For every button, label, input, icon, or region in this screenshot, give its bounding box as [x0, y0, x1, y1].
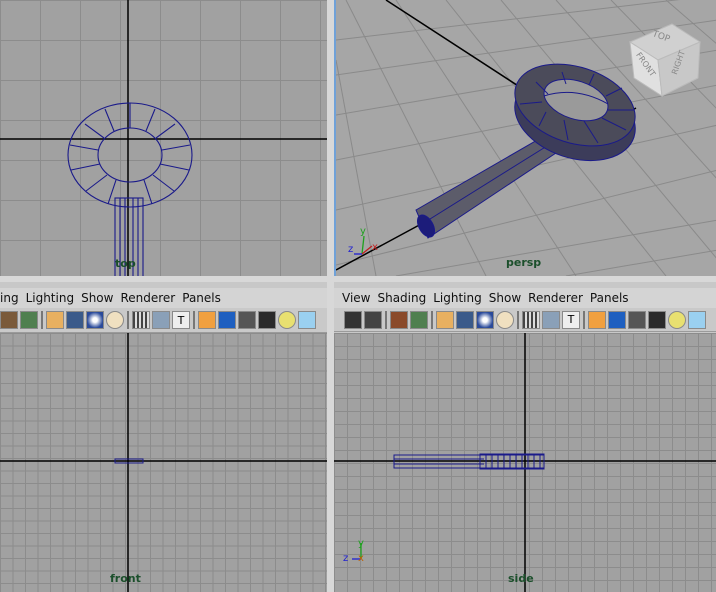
- viewport-persp[interactable]: TOP FRONT RIGHT y z x persp: [334, 0, 716, 276]
- menu-panels[interactable]: Panels: [182, 291, 221, 305]
- bulb-icon[interactable]: [278, 311, 296, 329]
- viewport-label-front: front: [110, 572, 141, 585]
- smooth-icon[interactable]: [66, 311, 84, 329]
- side-axis-y-label: y: [358, 538, 364, 549]
- camera-film-icon[interactable]: [364, 310, 382, 329]
- dark-cube-icon[interactable]: [258, 311, 276, 329]
- uv-icon[interactable]: [152, 311, 170, 329]
- menu-renderer[interactable]: Renderer: [120, 291, 175, 305]
- shade-icon[interactable]: [0, 311, 18, 329]
- side-view-canvas: [334, 333, 716, 592]
- side-axis-z-label: z: [343, 553, 349, 564]
- smooth-icon[interactable]: [456, 310, 474, 329]
- camera-icon[interactable]: [344, 310, 362, 329]
- tex-icon[interactable]: [132, 311, 150, 329]
- front-view-canvas: [0, 333, 327, 592]
- text-icon[interactable]: T: [562, 310, 580, 329]
- axis-y-label: y: [360, 226, 366, 237]
- sphere-icon[interactable]: [476, 310, 494, 329]
- toolbar-separator: [127, 311, 129, 329]
- menu-show[interactable]: Show: [81, 291, 113, 305]
- uv-icon[interactable]: [542, 310, 560, 329]
- grid-vis-icon[interactable]: [20, 311, 38, 329]
- dark-cube-icon[interactable]: [648, 310, 666, 329]
- pane-divider-horizontal[interactable]: [0, 276, 716, 282]
- wire-cube-icon[interactable]: [588, 310, 606, 329]
- shade-icon[interactable]: [410, 310, 428, 329]
- viewport-front[interactable]: front: [0, 333, 327, 592]
- ring-mesh-persp: [415, 63, 636, 239]
- sphere-icon[interactable]: [86, 311, 104, 329]
- menu-shading[interactable]: Shading: [377, 291, 426, 305]
- toolbar-separator: [193, 311, 195, 329]
- gray-cube-icon[interactable]: [628, 310, 646, 329]
- cyan-cube-icon[interactable]: [688, 310, 706, 329]
- flat-icon[interactable]: [496, 310, 514, 329]
- text-icon[interactable]: T: [172, 311, 190, 329]
- axis-z-label: z: [348, 244, 354, 255]
- toolbar-separator: [385, 310, 387, 329]
- viewport-label-persp: persp: [506, 256, 542, 269]
- front-panel-toolbar: T: [0, 308, 327, 333]
- blue-cube-icon[interactable]: [218, 311, 236, 329]
- pane-divider-vertical[interactable]: [327, 0, 334, 592]
- toolbar-separator: [431, 310, 433, 329]
- side-panel-menubar: View Shading Lighting Show Renderer Pane…: [334, 288, 716, 308]
- top-view-canvas: [0, 0, 327, 276]
- menu-show[interactable]: Show: [489, 291, 521, 305]
- viewport-top[interactable]: top: [0, 0, 327, 276]
- blue-cube-icon[interactable]: [608, 310, 626, 329]
- menu-lighting[interactable]: Lighting: [26, 291, 75, 305]
- viewport-label-side: side: [508, 572, 534, 585]
- wire-cube-icon[interactable]: [198, 311, 216, 329]
- menu-shading-partial[interactable]: ing: [0, 291, 19, 305]
- menu-renderer[interactable]: Renderer: [528, 291, 583, 305]
- front-panel-menubar: ing Lighting Show Renderer Panels: [0, 288, 327, 308]
- lights-icon[interactable]: [436, 310, 454, 329]
- toolbar-separator: [41, 311, 43, 329]
- gray-cube-icon[interactable]: [238, 311, 256, 329]
- side-panel-toolbar: T: [334, 308, 716, 332]
- axis-x-label: x: [372, 242, 378, 253]
- viewport-label-top: top: [115, 257, 136, 270]
- toolbar-separator: [583, 310, 585, 329]
- bulb-icon[interactable]: [668, 310, 686, 329]
- flat-icon[interactable]: [106, 311, 124, 329]
- menu-view[interactable]: View: [342, 291, 370, 305]
- lights-icon[interactable]: [46, 311, 64, 329]
- cyan-cube-icon[interactable]: [298, 311, 316, 329]
- viewport-side[interactable]: y z x side: [334, 333, 716, 592]
- menu-lighting[interactable]: Lighting: [433, 291, 482, 305]
- side-axis-x-label: x: [358, 553, 364, 564]
- toolbar-separator: [517, 310, 519, 329]
- book-icon[interactable]: [390, 310, 408, 329]
- tex-icon[interactable]: [522, 310, 540, 329]
- menu-panels[interactable]: Panels: [590, 291, 629, 305]
- ring-wireframe-top: [67, 102, 193, 276]
